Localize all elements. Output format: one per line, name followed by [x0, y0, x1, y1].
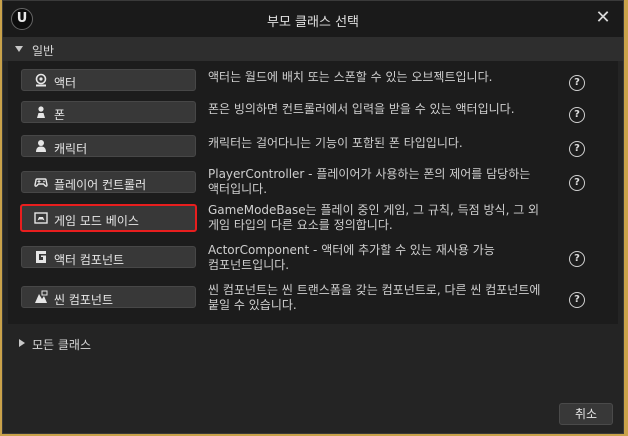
section-header-general[interactable]: 일반 — [3, 37, 623, 61]
pawn-button-label: 폰 — [54, 108, 66, 122]
caret-right-icon — [19, 339, 25, 347]
dialog-title: 부모 클래스 선택 — [267, 15, 359, 30]
character-description: 캐릭터는 걸어다니는 기능이 포함된 폰 타입입니다. — [208, 136, 563, 151]
class-row-game-mode-base: 게임 모드 베이스 GameModeBase는 플레이 중인 게임, 그 규칙,… — [8, 203, 618, 239]
actor-icon — [35, 73, 47, 87]
scene-component-icon — [35, 290, 48, 303]
section-label: 일반 — [32, 44, 55, 58]
actor-component-description-line-2: 컴포넌트입니다. — [208, 258, 290, 272]
actor-help-icon[interactable]: ? — [569, 75, 585, 91]
player-controller-description-line-2: 액터입니다. — [208, 182, 268, 196]
class-row-pawn: 폰 폰은 빙의하면 컨트롤러에서 입력을 받을 수 있는 액터입니다. ? — [8, 99, 618, 135]
actor-description: 액터는 월드에 배치 또는 스폰할 수 있는 오브젝트입니다. — [208, 70, 563, 85]
player-controller-description-line-1: PlayerController - 플레이어가 사용하는 폰의 제어를 담당하… — [208, 167, 531, 181]
scene-component-button-label: 씬 컴포넌트 — [54, 293, 114, 307]
actor-component-description-line-1: ActorComponent - 액터에 추가할 수 있는 재사용 가능 — [208, 243, 495, 257]
character-button-label: 캐릭터 — [54, 142, 88, 156]
pawn-help-icon[interactable]: ? — [569, 107, 585, 123]
all-classes-label: 모든 클래스 — [32, 338, 92, 352]
pawn-description: 폰은 빙의하면 컨트롤러에서 입력을 받을 수 있는 액터입니다. — [208, 102, 563, 117]
class-row-actor-component: 액터 컴포넌트 ActorComponent - 액터에 추가할 수 있는 재사… — [8, 243, 618, 279]
scene-component-help-icon[interactable]: ? — [569, 292, 585, 308]
game-mode-base-button-label: 게임 모드 베이스 — [54, 214, 139, 228]
player-controller-description: PlayerController - 플레이어가 사용하는 폰의 제어를 담당하… — [208, 167, 563, 197]
character-help-icon[interactable]: ? — [569, 141, 585, 157]
game-mode-icon — [34, 212, 48, 224]
actor-button[interactable]: 액터 — [21, 69, 196, 91]
scene-component-button[interactable]: 씬 컴포넌트 — [21, 286, 196, 308]
all-classes-header[interactable]: 모든 클래스 — [3, 333, 623, 355]
player-controller-button[interactable]: 플레이어 컨트롤러 — [21, 171, 196, 193]
actor-component-help-icon[interactable]: ? — [569, 251, 585, 267]
class-list: 액터 액터는 월드에 배치 또는 스폰할 수 있는 오브젝트입니다. ? 폰 폰… — [8, 61, 618, 324]
actor-component-description: ActorComponent - 액터에 추가할 수 있는 재사용 가능 컴포넌… — [208, 243, 563, 273]
pawn-description-line-1: 폰은 빙의하면 컨트롤러에서 입력을 받을 수 있는 액터입니다. — [208, 102, 515, 116]
actor-component-button-label: 액터 컴포넌트 — [54, 253, 125, 267]
character-button[interactable]: 캐릭터 — [21, 135, 196, 157]
scene-component-description-line-1: 씬 컴포넌트는 씬 트랜스폼을 갖는 컴포넌트로, 다른 씬 컴포넌트에 — [208, 283, 541, 297]
class-row-scene-component: 씬 컴포넌트 씬 컴포넌트는 씬 트랜스폼을 갖는 컴포넌트로, 다른 씬 컴포… — [8, 283, 618, 319]
character-icon — [36, 140, 46, 152]
class-row-player-controller: 플레이어 컨트롤러 PlayerController - 플레이어가 사용하는 … — [8, 167, 618, 203]
gamepad-icon — [34, 178, 48, 187]
actor-component-button[interactable]: 액터 컴포넌트 — [21, 246, 196, 268]
actor-button-label: 액터 — [54, 76, 77, 90]
game-mode-base-description: GameModeBase는 플레이 중인 게임, 그 규칙, 득점 방식, 그 … — [208, 203, 563, 233]
title-bar: U 부모 클래스 선택 ✕ — [3, 1, 623, 37]
player-controller-help-icon[interactable]: ? — [569, 175, 585, 191]
class-row-actor: 액터 액터는 월드에 배치 또는 스폰할 수 있는 오브젝트입니다. ? — [8, 67, 618, 103]
game-mode-base-button[interactable]: 게임 모드 베이스 — [20, 204, 197, 232]
close-icon[interactable]: ✕ — [593, 8, 613, 28]
class-row-character: 캐릭터 캐릭터는 걸어다니는 기능이 포함된 폰 타입입니다. ? — [8, 133, 618, 169]
pawn-button[interactable]: 폰 — [21, 101, 196, 123]
dialog-window: U 부모 클래스 선택 ✕ 일반 액터 액터는 월드에 배치 또는 스폰할 수 … — [2, 0, 624, 434]
pawn-icon — [37, 106, 45, 118]
game-mode-base-description-line-1: GameModeBase는 플레이 중인 게임, 그 규칙, 득점 방식, 그 … — [208, 203, 540, 217]
actor-description-line-1: 액터는 월드에 배치 또는 스폰할 수 있는 오브젝트입니다. — [208, 70, 493, 84]
scene-component-description: 씬 컴포넌트는 씬 트랜스폼을 갖는 컴포넌트로, 다른 씬 컴포넌트에 붙일 … — [208, 283, 563, 313]
character-description-line-1: 캐릭터는 걸어다니는 기능이 포함된 폰 타입입니다. — [208, 136, 463, 150]
game-mode-base-description-line-2: 게임 타입의 다른 요소를 정의합니다. — [208, 218, 393, 232]
cancel-button[interactable]: 취소 — [559, 403, 613, 425]
scene-component-description-line-2: 붙일 수 있습니다. — [208, 298, 297, 312]
actor-component-icon — [36, 251, 46, 263]
player-controller-button-label: 플레이어 컨트롤러 — [54, 178, 147, 192]
caret-down-icon — [15, 46, 23, 52]
